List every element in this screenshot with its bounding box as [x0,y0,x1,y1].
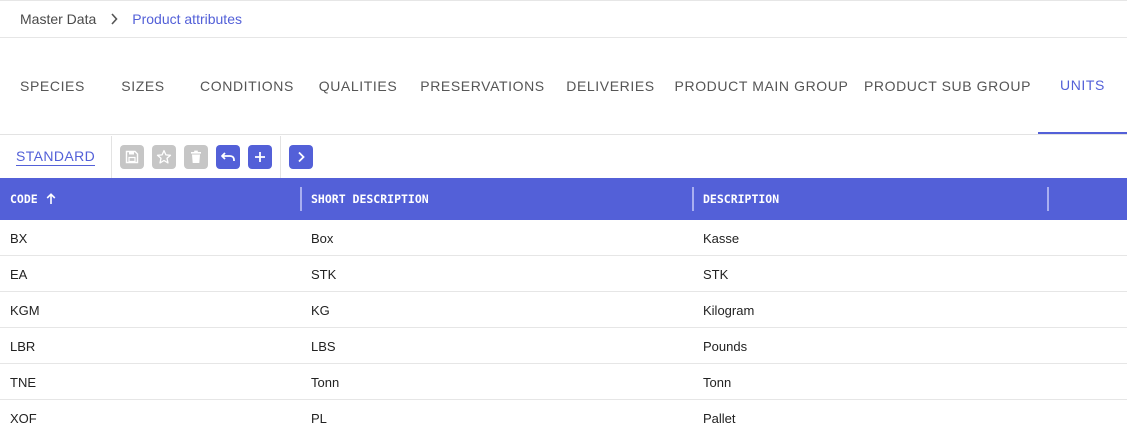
column-header-short-description-label: SHORT DESCRIPTION [311,192,429,206]
cell-description[interactable]: Tonn [703,364,731,400]
cell-short-description[interactable]: Tonn [311,364,339,400]
tab-product-main-group[interactable]: PRODUCT MAIN GROUP [666,38,857,134]
favorite-button[interactable] [152,144,177,169]
cell-code[interactable]: BX [10,220,27,256]
cell-description[interactable]: Pounds [703,328,747,364]
undo-button[interactable] [216,144,241,169]
breadcrumb: Master Data Product attributes [0,0,1127,38]
save-icon [125,150,139,163]
cell-code[interactable]: XOF [10,400,37,433]
table-row[interactable]: KGM KG Kilogram [0,292,1127,328]
cell-description[interactable]: STK [703,256,728,292]
cell-code[interactable]: KGM [10,292,40,328]
trash-icon [191,150,202,163]
table-row[interactable]: TNE Tonn Tonn [0,364,1127,400]
tab-units[interactable]: UNITS [1038,38,1127,134]
cell-short-description[interactable]: STK [311,256,336,292]
tab-conditions[interactable]: CONDITIONS [188,38,306,134]
cell-short-description[interactable]: Box [311,220,333,256]
tab-sizes[interactable]: SIZES [107,38,179,134]
plus-icon [255,151,266,162]
table-row[interactable]: LBR LBS Pounds [0,328,1127,364]
breadcrumb-product-attributes: Product attributes [132,11,242,27]
expand-button[interactable] [289,144,314,169]
grid-header: CODE SHORT DESCRIPTION DESCRIPTION [0,178,1127,220]
breadcrumb-master-data[interactable]: Master Data [20,11,96,27]
cell-code[interactable]: EA [10,256,27,292]
cell-code[interactable]: LBR [10,328,35,364]
tab-preservations[interactable]: PRESERVATIONS [410,38,555,134]
toolbar-divider [111,135,113,178]
cell-short-description[interactable]: PL [311,400,327,433]
table-row[interactable]: BX Box Kasse [0,220,1127,256]
tab-product-sub-group[interactable]: PRODUCT SUB GROUP [857,38,1038,134]
grid-toolbar: STANDARD [0,135,1127,178]
add-button[interactable] [248,144,273,169]
view-selector-standard[interactable]: STANDARD [16,148,96,166]
attribute-tabs: SPECIES SIZES CONDITIONS QUALITIES PRESE… [0,38,1127,135]
cell-short-description[interactable]: LBS [311,328,336,364]
sort-ascending-icon [46,193,56,204]
column-resize-handle[interactable] [1047,187,1049,211]
chevron-right-icon [110,13,118,25]
column-header-description[interactable]: DESCRIPTION [703,178,779,220]
cell-description[interactable]: Pallet [703,400,736,433]
tab-qualities[interactable]: QUALITIES [306,38,410,134]
cell-short-description[interactable]: KG [311,292,330,328]
toolbar-divider [280,135,282,178]
column-header-description-label: DESCRIPTION [703,192,780,206]
cell-description[interactable]: Kasse [703,220,739,256]
table-row[interactable]: XOF PL Pallet [0,400,1127,433]
tab-species[interactable]: SPECIES [8,38,97,134]
cell-code[interactable]: TNE [10,364,36,400]
delete-button[interactable] [184,144,209,169]
undo-icon [221,151,236,161]
column-resize-handle[interactable] [300,187,302,211]
tab-deliveries[interactable]: DELIVERIES [555,38,666,134]
column-header-code[interactable]: CODE [10,178,56,220]
table-row[interactable]: EA STK STK [0,256,1127,292]
column-resize-handle[interactable] [692,187,694,211]
column-header-code-label: CODE [10,192,38,206]
column-header-short-description[interactable]: SHORT DESCRIPTION [311,178,429,220]
save-button[interactable] [120,144,145,169]
star-icon [157,149,172,164]
cell-description[interactable]: Kilogram [703,292,754,328]
chevron-right-icon [298,151,305,162]
